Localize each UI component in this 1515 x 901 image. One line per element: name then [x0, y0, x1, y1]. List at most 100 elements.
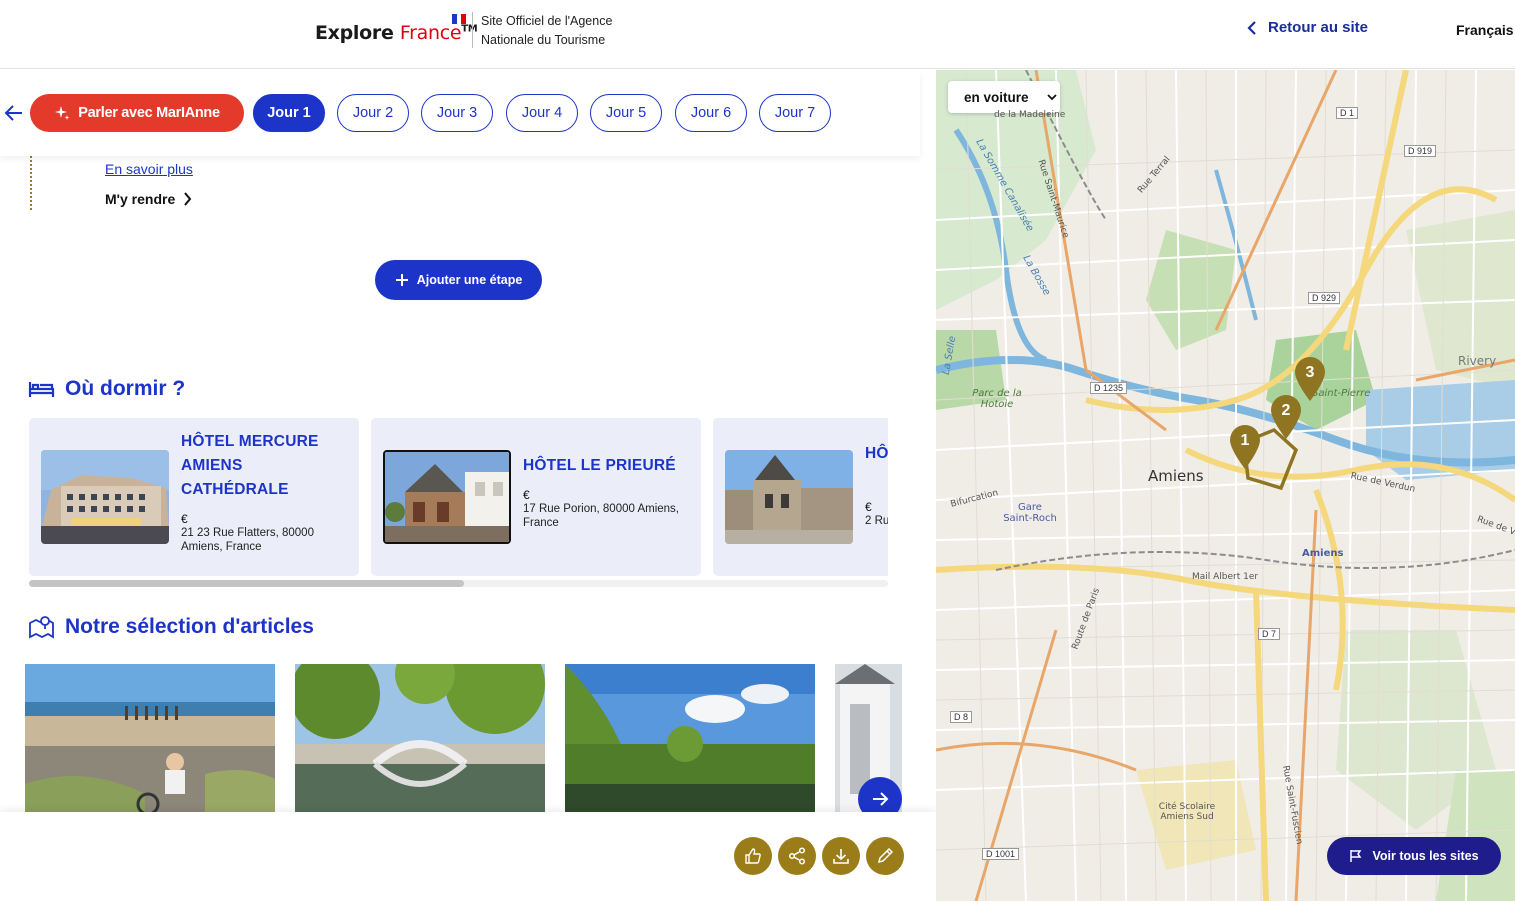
- tab-day-4[interactable]: Jour 4: [506, 94, 578, 132]
- where-to-sleep-heading: Où dormir ?: [28, 377, 185, 401]
- flag-icon: [1350, 850, 1362, 862]
- hotel-third-address: 2 Ru Ami: [865, 515, 888, 527]
- article-card-river[interactable]: [565, 664, 815, 814]
- hotel-carousel-scroll-thumb[interactable]: [29, 580, 464, 587]
- view-all-sites-button[interactable]: Voir tous les sites: [1327, 837, 1501, 875]
- logo-divider: [472, 12, 473, 48]
- map-label-amiens: Amiens: [1148, 467, 1204, 485]
- itinerary-panel: Parler avec MarIAnne Jour 1 Jour 2 Jour …: [0, 70, 936, 901]
- hotel-card-prieure[interactable]: HÔTEL LE PRIEURÉ € 17 Rue Porion, 80000 …: [371, 418, 701, 576]
- map-pin-1-label: 1: [1240, 432, 1250, 449]
- day-navigation-bar: Parler avec MarIAnne Jour 1 Jour 2 Jour …: [0, 70, 920, 156]
- talk-to-marianne-button[interactable]: Parler avec MarIAnne: [30, 94, 244, 132]
- explore-france-logo[interactable]: Explore FranceTM: [315, 22, 478, 44]
- road-d929: D 929: [1308, 292, 1341, 304]
- road-d8: D 8: [950, 711, 973, 723]
- map-label-parc-hotoie: Parc de la Hotoie: [972, 388, 1022, 410]
- hotel-card-third[interactable]: HÔ HU € 2 Ru Ami: [713, 418, 888, 576]
- articles-title: Notre sélection d'articles: [65, 615, 314, 638]
- french-flag-icon: [452, 14, 467, 24]
- sparkle-icon: [55, 106, 70, 120]
- chevron-down-icon: [1046, 94, 1057, 101]
- road-d1: D 1: [1336, 107, 1359, 119]
- action-bar: [0, 812, 936, 901]
- timeline-connector: [30, 156, 32, 210]
- map-tiles: [936, 70, 1515, 901]
- view-all-sites-label: Voir tous les sites: [1372, 849, 1479, 863]
- map-pin-3[interactable]: 3: [1293, 356, 1327, 402]
- share-button[interactable]: [778, 837, 816, 875]
- pencil-icon: [877, 847, 894, 864]
- logo-tm: TM: [461, 23, 478, 35]
- tab-day-6[interactable]: Jour 6: [675, 94, 747, 132]
- site-header: Explore FranceTM Site Officiel de l'Agen…: [0, 0, 1515, 69]
- learn-more-link[interactable]: En savoir plus: [105, 161, 193, 177]
- thumbs-up-icon: [745, 848, 761, 864]
- hotel-mercure-name[interactable]: HÔTEL MERCURE AMIENS CATHÉDRALE: [181, 430, 351, 502]
- add-step-button[interactable]: Ajouter une étape: [375, 260, 542, 300]
- logo-subtitle-line2: Nationale du Tourisme: [481, 33, 606, 47]
- edit-button[interactable]: [866, 837, 904, 875]
- where-to-sleep-title: Où dormir ?: [65, 377, 186, 400]
- chevron-left-icon: [1247, 20, 1256, 35]
- articles-heading: Notre sélection d'articles: [28, 615, 314, 639]
- like-button[interactable]: [734, 837, 772, 875]
- hotel-prieure-photo: [383, 450, 511, 544]
- chevron-right-icon: [184, 192, 192, 206]
- logo-france-text: France: [399, 22, 462, 44]
- share-icon: [788, 847, 806, 865]
- map-pin-1[interactable]: 1: [1228, 424, 1262, 470]
- tab-day-2[interactable]: Jour 2: [337, 94, 409, 132]
- add-step-label: Ajouter une étape: [416, 273, 523, 287]
- travel-mode-value: en voiture: [964, 89, 1029, 105]
- hotel-card-mercure[interactable]: HÔTEL MERCURE AMIENS CATHÉDRALE € 21 23 …: [29, 418, 359, 576]
- map-label-rivery: Rivery: [1458, 354, 1497, 368]
- tab-day-7[interactable]: Jour 7: [759, 94, 831, 132]
- go-there-label: M'y rendre: [105, 191, 176, 207]
- hotel-prieure-name[interactable]: HÔTEL LE PRIEURÉ: [523, 454, 693, 478]
- logo-subtitle: Site Officiel de l'Agence Nationale du T…: [481, 12, 651, 50]
- map-label-mail-albert: Mail Albert 1er: [1192, 572, 1259, 582]
- arrow-right-icon: [873, 792, 889, 806]
- tab-day-3[interactable]: Jour 3: [421, 94, 493, 132]
- map-label-amiens-station: Amiens: [1302, 548, 1344, 559]
- articles-carousel[interactable]: [25, 664, 902, 814]
- tab-day-5[interactable]: Jour 5: [590, 94, 662, 132]
- itinerary-map[interactable]: en voiture Amiens Gare Saint-Roch Parc d…: [936, 70, 1515, 901]
- back-to-site-link[interactable]: Retour au site: [1246, 19, 1368, 36]
- hotel-mercure-photo: [41, 450, 169, 544]
- map-pin-icon: [29, 616, 54, 639]
- map-label-cite-scolaire: Cité Scolaire Amiens Sud: [1158, 802, 1216, 822]
- travel-mode-select[interactable]: en voiture: [948, 81, 1060, 113]
- download-button[interactable]: [822, 837, 860, 875]
- hotel-mercure-price: €: [181, 512, 188, 526]
- map-pin-3-label: 3: [1305, 364, 1315, 381]
- logo-subtitle-line1: Site Officiel de l'Agence: [481, 14, 613, 28]
- hotel-carousel[interactable]: HÔTEL MERCURE AMIENS CATHÉDRALE € 21 23 …: [29, 418, 888, 576]
- plus-icon: [395, 274, 408, 286]
- map-pin-2-label: 2: [1281, 402, 1291, 419]
- go-there-link[interactable]: M'y rendre: [105, 191, 192, 207]
- tab-day-1[interactable]: Jour 1: [253, 94, 325, 132]
- hotel-prieure-price: €: [523, 488, 530, 502]
- hotel-mercure-address: 21 23 Rue Flatters, 80000 Amiens, France: [181, 527, 314, 553]
- road-d7: D 7: [1258, 628, 1281, 640]
- road-d919: D 919: [1404, 145, 1437, 157]
- article-card-beach[interactable]: [25, 664, 275, 814]
- road-d1001: D 1001: [982, 848, 1020, 860]
- language-selector[interactable]: Français: [1456, 22, 1514, 38]
- road-d1235: D 1235: [1090, 382, 1128, 394]
- article-card-bridge[interactable]: [295, 664, 545, 814]
- map-label-madeleine: de la Madeleine: [994, 110, 1066, 120]
- hotel-third-name[interactable]: HÔ HU: [865, 442, 888, 466]
- map-label-gare-saint-roch: Gare Saint-Roch: [1003, 502, 1057, 524]
- download-icon: [833, 849, 849, 864]
- bed-icon: [28, 382, 55, 397]
- arrow-left-icon[interactable]: [4, 102, 24, 124]
- logo-explore-text: Explore: [315, 22, 394, 44]
- hotel-third-price: €: [865, 500, 872, 514]
- back-to-site-label: Retour au site: [1268, 19, 1369, 36]
- hotel-prieure-address: 17 Rue Porion, 80000 Amiens, France: [523, 503, 679, 529]
- hotel-third-photo: [725, 450, 853, 544]
- talk-to-marianne-label: Parler avec MarIAnne: [78, 105, 220, 121]
